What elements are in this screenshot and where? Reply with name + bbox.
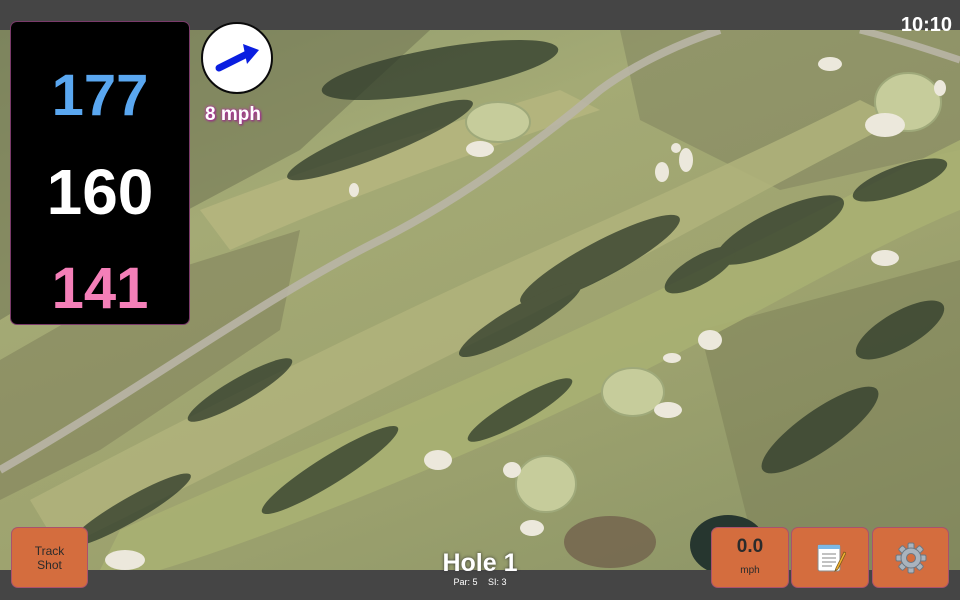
track-shot-label: Track Shot [34,544,65,572]
settings-button[interactable] [873,528,948,587]
distance-panel: 177 160 141 [11,22,189,324]
wind-indicator[interactable] [201,22,273,94]
middle-distance: 160 [46,156,154,228]
speed-value: 0.0 [736,536,764,557]
clock: 10:10 [900,14,952,36]
gear-icon [895,542,927,574]
hole-stroke-index: SI: 3 [488,577,507,587]
notepad-icon [817,544,846,572]
speed-unit: mph [740,565,760,576]
wind-arrow-icon [215,44,259,72]
speed-button[interactable]: 0.0 mph [712,528,788,587]
front-distance: 141 [51,256,149,321]
hole-title: Hole 1 [442,549,518,577]
wind-speed: 8 mph [205,104,261,125]
hole-info: Par: 5 SI: 3 [380,577,580,587]
notes-button[interactable] [792,528,868,587]
hole-par: Par: 5 [453,577,478,587]
track-shot-button[interactable]: Track Shot [12,528,87,587]
back-distance: 177 [51,63,149,128]
